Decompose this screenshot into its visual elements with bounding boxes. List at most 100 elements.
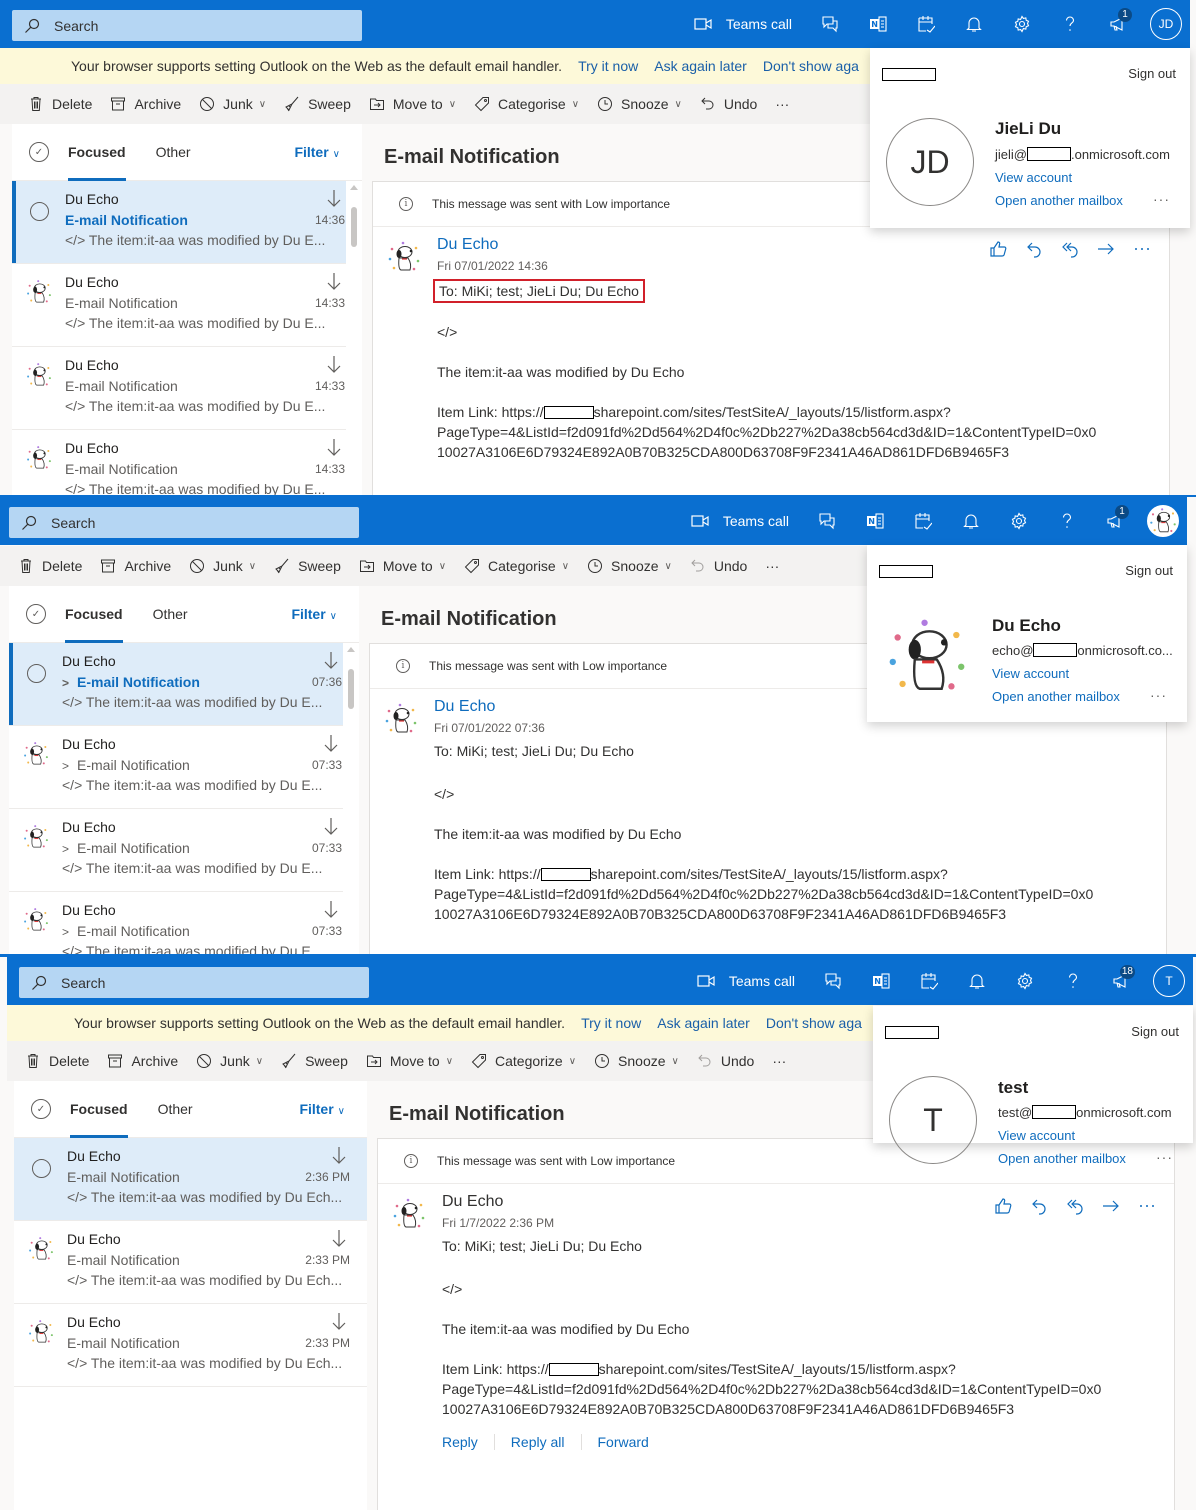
notifications-button[interactable] (950, 0, 998, 48)
view-account-link[interactable]: View account (995, 170, 1072, 185)
search-box[interactable]: Search (19, 967, 369, 998)
filter-button[interactable]: Filter ∨ (294, 144, 340, 160)
tab-other[interactable]: Other (153, 586, 188, 643)
settings-button[interactable] (998, 0, 1046, 48)
profile-avatar[interactable]: JD (886, 118, 974, 206)
help-button[interactable] (1049, 957, 1097, 1005)
reply-icon[interactable] (1025, 240, 1043, 258)
account-avatar-button[interactable] (1147, 505, 1179, 537)
junk-button[interactable]: Junk ∨ (199, 96, 266, 112)
sender-avatar[interactable] (383, 701, 419, 737)
message-list-scrollbar[interactable] (346, 181, 362, 497)
item-link[interactable]: Item Link: https://sharepoint.com/sites/… (442, 1359, 1101, 1419)
settings-button[interactable] (995, 497, 1043, 545)
try-it-now-link[interactable]: Try it now (581, 1015, 641, 1031)
undo-button[interactable]: Undo (700, 96, 757, 112)
like-icon[interactable] (994, 1197, 1012, 1215)
todo-button[interactable] (902, 0, 950, 48)
undo-button[interactable]: Undo (690, 558, 747, 574)
search-box[interactable]: Search (9, 507, 359, 538)
expand-thread-icon[interactable]: > (62, 676, 69, 690)
view-account-link[interactable]: View account (992, 666, 1069, 681)
more-commands-button[interactable]: ··· (772, 1053, 786, 1069)
more-options-button[interactable]: ··· (1150, 687, 1167, 703)
sender-avatar[interactable] (391, 1196, 427, 1232)
dont-show-again-link[interactable]: Don't show aga (766, 1015, 862, 1031)
skype-chat-button[interactable] (803, 497, 851, 545)
archive-button[interactable]: Archive (110, 96, 181, 112)
tab-focused[interactable]: Focused (68, 124, 126, 181)
skype-chat-button[interactable] (809, 957, 857, 1005)
snooze-button[interactable]: Snooze ∨ (597, 96, 682, 112)
sender-name[interactable]: Du Echo (442, 1193, 503, 1211)
message-list-item[interactable]: Du Echo E-mail Notification </> The item:i… (12, 181, 362, 264)
message-list-item[interactable]: Du Echo E-mail Notification </> The item:i… (12, 347, 362, 430)
todo-button[interactable] (905, 957, 953, 1005)
reply-all-link[interactable]: Reply all (511, 1434, 582, 1450)
snooze-button[interactable]: Snooze ∨ (594, 1053, 679, 1069)
tab-other[interactable]: Other (156, 124, 191, 181)
ask-again-later-link[interactable]: Ask again later (654, 58, 747, 74)
sweep-button[interactable]: Sweep (274, 558, 341, 574)
filter-button[interactable]: Filter ∨ (291, 606, 337, 622)
select-all-checkbox[interactable]: ✓ (26, 604, 46, 624)
tab-focused[interactable]: Focused (65, 586, 123, 643)
more-commands-button[interactable]: ··· (775, 96, 789, 112)
forward-icon[interactable] (1097, 240, 1115, 258)
message-list-item[interactable]: Du Echo E-mail Notification </> The item:i… (12, 264, 362, 347)
sign-out-link[interactable]: Sign out (1125, 563, 1173, 578)
select-message-checkbox[interactable] (27, 664, 46, 683)
message-list-item[interactable]: Du Echo > E-mail Notification </> The item:… (9, 809, 359, 892)
whats-new-button[interactable]: 1 (1094, 0, 1142, 48)
help-button[interactable] (1043, 497, 1091, 545)
move-to-button[interactable]: Move to ∨ (369, 96, 456, 112)
try-it-now-link[interactable]: Try it now (578, 58, 638, 74)
item-link[interactable]: Item Link: https://sharepoint.com/sites/… (437, 402, 1096, 462)
sign-out-link[interactable]: Sign out (1128, 66, 1176, 81)
profile-avatar[interactable] (883, 613, 971, 701)
message-list-item[interactable]: Du Echo E-mail Notification </> The item:i… (14, 1304, 367, 1387)
expand-thread-icon[interactable]: > (62, 925, 69, 939)
move-to-button[interactable]: Move to ∨ (359, 558, 446, 574)
snooze-button[interactable]: Snooze ∨ (587, 558, 672, 574)
reply-all-icon[interactable] (1066, 1197, 1084, 1215)
message-list-item[interactable]: Du Echo E-mail Notification </> The item:i… (12, 430, 362, 497)
teams-call-button[interactable]: Teams call (680, 0, 806, 48)
search-box[interactable]: Search (12, 10, 362, 41)
message-list-item[interactable]: Du Echo > E-mail Notification </> The item:… (9, 643, 359, 726)
sweep-button[interactable]: Sweep (284, 96, 351, 112)
notifications-button[interactable] (947, 497, 995, 545)
more-options-button[interactable]: ··· (1156, 1149, 1173, 1165)
undo-button[interactable]: Undo (697, 1053, 754, 1069)
sweep-button[interactable]: Sweep (281, 1053, 348, 1069)
categorise-button[interactable]: Categorise ∨ (474, 96, 579, 112)
expand-thread-icon[interactable]: > (62, 842, 69, 856)
onenote-button[interactable] (851, 497, 899, 545)
message-list-item[interactable]: Du Echo E-mail Notification </> The item:i… (14, 1138, 367, 1221)
more-commands-button[interactable]: ··· (765, 558, 779, 574)
reply-link[interactable]: Reply (442, 1434, 495, 1450)
archive-button[interactable]: Archive (100, 558, 171, 574)
account-avatar-button[interactable]: T (1153, 965, 1185, 997)
settings-button[interactable] (1001, 957, 1049, 1005)
expand-thread-icon[interactable]: > (62, 759, 69, 773)
message-list-item[interactable]: Du Echo E-mail Notification </> The item:i… (14, 1221, 367, 1304)
delete-button[interactable]: Delete (25, 1053, 89, 1069)
open-another-mailbox-link[interactable]: Open another mailbox (992, 689, 1120, 704)
ask-again-later-link[interactable]: Ask again later (657, 1015, 750, 1031)
sender-avatar[interactable] (386, 239, 422, 275)
reply-all-icon[interactable] (1061, 240, 1079, 258)
whats-new-button[interactable]: 1 (1091, 497, 1139, 545)
more-options-button[interactable]: ··· (1153, 191, 1170, 207)
more-actions-icon[interactable] (1138, 1197, 1156, 1215)
message-list-item[interactable]: Du Echo > E-mail Notification </> The item:… (9, 892, 359, 957)
profile-avatar[interactable]: T (889, 1076, 977, 1164)
categorize-button[interactable]: Categorize ∨ (471, 1053, 576, 1069)
more-actions-icon[interactable] (1133, 240, 1151, 258)
onenote-button[interactable] (854, 0, 902, 48)
junk-button[interactable]: Junk ∨ (196, 1053, 263, 1069)
junk-button[interactable]: Junk ∨ (189, 558, 256, 574)
tab-focused[interactable]: Focused (70, 1081, 128, 1138)
item-link[interactable]: Item Link: https://sharepoint.com/sites/… (434, 864, 1093, 924)
sender-name[interactable]: Du Echo (434, 698, 495, 716)
